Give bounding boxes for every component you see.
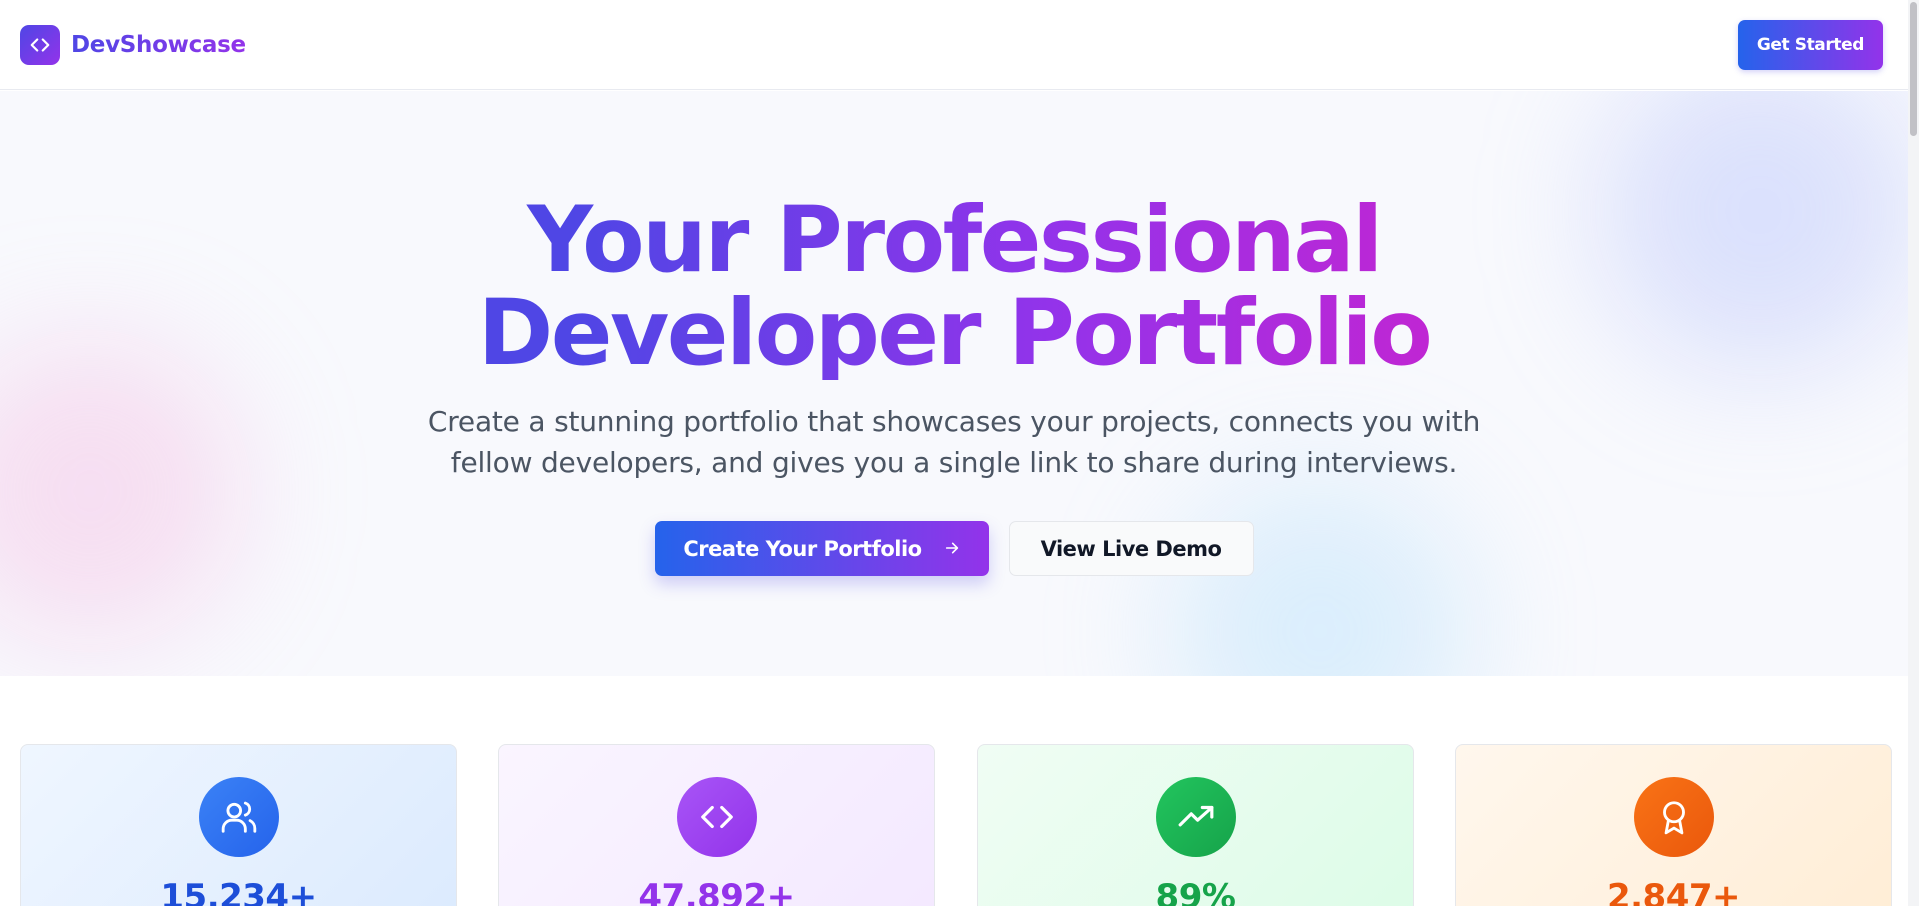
stats-section: 15,234+ 47,892+ 89% 2,847+ [0, 676, 1908, 906]
hero-title-line-2: Developer Portfolio [477, 281, 1431, 386]
hero-section: Your Professional Developer Portfolio Cr… [0, 91, 1908, 676]
award-icon [1634, 777, 1714, 857]
stat-value: 47,892+ [638, 877, 795, 906]
stat-value: 15,234+ [160, 877, 317, 906]
stat-value: 2,847+ [1606, 877, 1741, 906]
decorative-blob [0, 341, 240, 641]
hero-subtitle: Create a stunning portfolio that showcas… [427, 405, 1481, 479]
trending-up-icon [1156, 777, 1236, 857]
page-scrollbar[interactable] [1908, 0, 1919, 906]
stat-value: 89% [1155, 877, 1236, 906]
view-live-demo-button[interactable]: View Live Demo [1008, 521, 1254, 576]
get-started-button[interactable]: Get Started [1737, 19, 1883, 70]
create-portfolio-label: Create Your Portfolio [683, 536, 922, 561]
stat-card-awards: 2,847+ [1455, 744, 1892, 906]
users-icon [199, 777, 279, 857]
brand-name: DevShowcase [71, 31, 246, 58]
stat-card-projects: 47,892+ [498, 744, 935, 906]
top-navbar: DevShowcase Get Started [0, 0, 1908, 90]
create-portfolio-button[interactable]: Create Your Portfolio [654, 521, 989, 576]
decorative-blob [1170, 481, 1470, 676]
hero-cta-group: Create Your Portfolio View Live Demo [0, 521, 1908, 576]
scrollbar-thumb[interactable] [1910, 2, 1917, 136]
arrow-right-icon [944, 537, 960, 561]
stat-card-users: 15,234+ [20, 744, 457, 906]
stat-card-success-rate: 89% [977, 744, 1414, 906]
hero-title-line-1: Your Professional [527, 188, 1381, 293]
hero-title: Your Professional Developer Portfolio [0, 194, 1908, 380]
code-brackets-icon [677, 777, 757, 857]
code-brackets-icon [20, 24, 60, 65]
brand[interactable]: DevShowcase [20, 24, 246, 65]
